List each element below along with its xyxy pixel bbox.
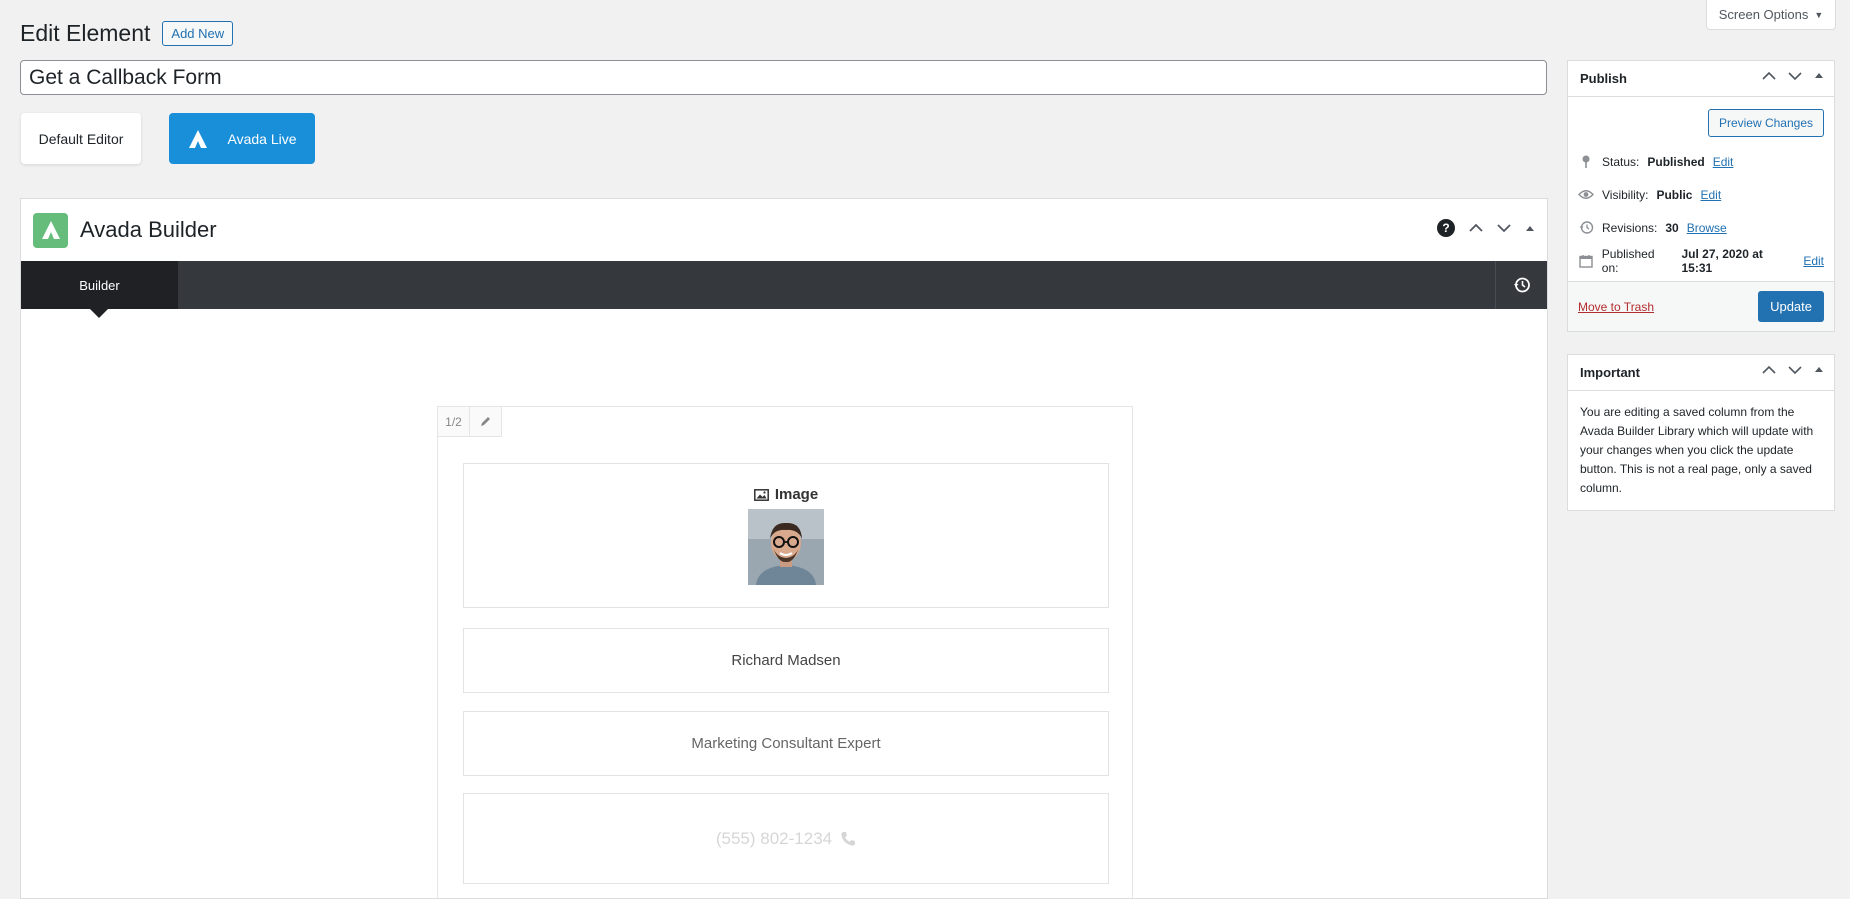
visibility-row: Visibility: Public Edit [1568,178,1834,211]
page-header: Edit Element Add New [20,20,234,47]
chevron-up-icon[interactable] [1469,223,1483,233]
tab-builder[interactable]: Builder [21,261,178,318]
screen-options-label: Screen Options [1718,7,1809,22]
preview-row: Preview Changes [1568,97,1834,145]
chevron-down-icon[interactable] [1788,71,1802,81]
status-row: Status: Published Edit [1568,145,1834,178]
builder-title: Avada Builder [80,217,217,242]
pin-icon [1578,155,1594,169]
image-element[interactable]: Image [463,463,1109,608]
avada-builder-logo-icon [33,212,68,248]
avada-builder-panel: Avada Builder ? Builder 1/2 Image Richar… [20,198,1548,899]
column-edit-button[interactable] [470,407,502,437]
publish-actions: Move to Trash Update [1568,281,1834,331]
editor-switcher: Default Editor Avada Live [21,113,315,164]
image-icon [753,488,769,501]
default-editor-button[interactable]: Default Editor [21,113,141,164]
revisions-label: Revisions: [1602,220,1658,235]
important-box-controls [1762,365,1824,375]
revisions-browse-link[interactable]: Browse [1687,221,1727,235]
phone-element[interactable]: (555) 802-1234 [463,793,1109,884]
phone-icon [841,831,856,846]
eye-icon [1578,189,1594,200]
history-icon [1513,277,1530,293]
published-on-row: Published on: Jul 27, 2020 at 15:31 Edit [1568,244,1834,277]
collapse-triangle-icon[interactable] [1525,224,1535,232]
role-text-element[interactable]: Marketing Consultant Expert [463,711,1109,776]
published-on-edit-link[interactable]: Edit [1803,254,1824,268]
chevron-up-icon[interactable] [1762,365,1776,375]
name-text-element[interactable]: Richard Madsen [463,628,1109,693]
image-element-label: Image [753,486,819,503]
history-button[interactable] [1495,261,1547,309]
sidebar: Publish Preview Changes Status: Publishe… [1567,60,1835,533]
builder-header: Avada Builder ? [21,199,1547,261]
preview-changes-button[interactable]: Preview Changes [1707,109,1824,137]
update-button[interactable]: Update [1758,291,1824,322]
chevron-up-icon[interactable] [1762,71,1776,81]
important-box-header: Important [1568,355,1834,391]
publish-box-title: Publish [1580,71,1627,86]
phone-number: (555) 802-1234 [715,828,833,848]
person-role: Marketing Consultant Expert [691,735,881,752]
revisions-value: 30 [1665,220,1679,235]
published-on-label: Published on: [1601,246,1655,275]
help-icon[interactable]: ? [1437,219,1455,237]
builder-toolbar: Builder [21,261,1547,318]
page-title: Edit Element [20,20,151,46]
visibility-value: Public [1656,187,1693,202]
publish-box-header: Publish [1568,61,1834,97]
portrait-image [748,509,824,585]
avada-logo-icon [189,129,208,148]
person-name: Richard Madsen [731,652,841,669]
post-title-input[interactable]: Get a Callback Form [20,60,1547,95]
revisions-row: Revisions: 30 Browse [1568,211,1834,244]
publish-box: Publish Preview Changes Status: Publishe… [1567,60,1835,332]
visibility-edit-link[interactable]: Edit [1700,188,1721,202]
screen-options-toggle[interactable]: Screen Options ▼ [1706,0,1836,30]
publish-box-body: Preview Changes Status: Published Edit V… [1568,97,1834,331]
chevron-down-icon[interactable] [1497,223,1511,233]
pencil-icon [481,417,490,426]
phone-wrapper: (555) 802-1234 [716,829,856,849]
revisions-icon [1578,220,1594,235]
status-label: Status: [1602,154,1640,169]
column-controls: 1/2 [438,407,502,437]
important-box: Important You are editing a saved column… [1567,354,1835,511]
collapse-triangle-icon[interactable] [1814,71,1824,79]
status-value: Published [1647,154,1705,169]
caret-down-icon: ▼ [1814,9,1824,20]
avada-live-label: Avada Live [227,130,297,147]
calendar-icon [1578,254,1594,268]
avatar [748,509,824,585]
add-new-button[interactable]: Add New [162,21,234,46]
avada-live-button[interactable]: Avada Live [169,113,315,164]
chevron-down-icon[interactable] [1788,365,1802,375]
published-on-value: Jul 27, 2020 at 15:31 [1681,246,1763,275]
status-edit-link[interactable]: Edit [1713,155,1734,169]
image-label-text: Image [774,486,819,503]
publish-box-controls [1762,71,1824,81]
important-message: You are editing a saved column from the … [1580,405,1814,495]
column-size-control[interactable]: 1/2 [438,407,470,437]
move-to-trash-link[interactable]: Move to Trash [1578,300,1654,314]
builder-column: 1/2 Image Richard Madsen Marketing Consu… [437,406,1133,898]
important-box-title: Important [1580,365,1640,380]
builder-header-controls: ? [1437,219,1535,237]
visibility-label: Visibility: [1602,187,1649,202]
collapse-triangle-icon[interactable] [1814,365,1824,373]
